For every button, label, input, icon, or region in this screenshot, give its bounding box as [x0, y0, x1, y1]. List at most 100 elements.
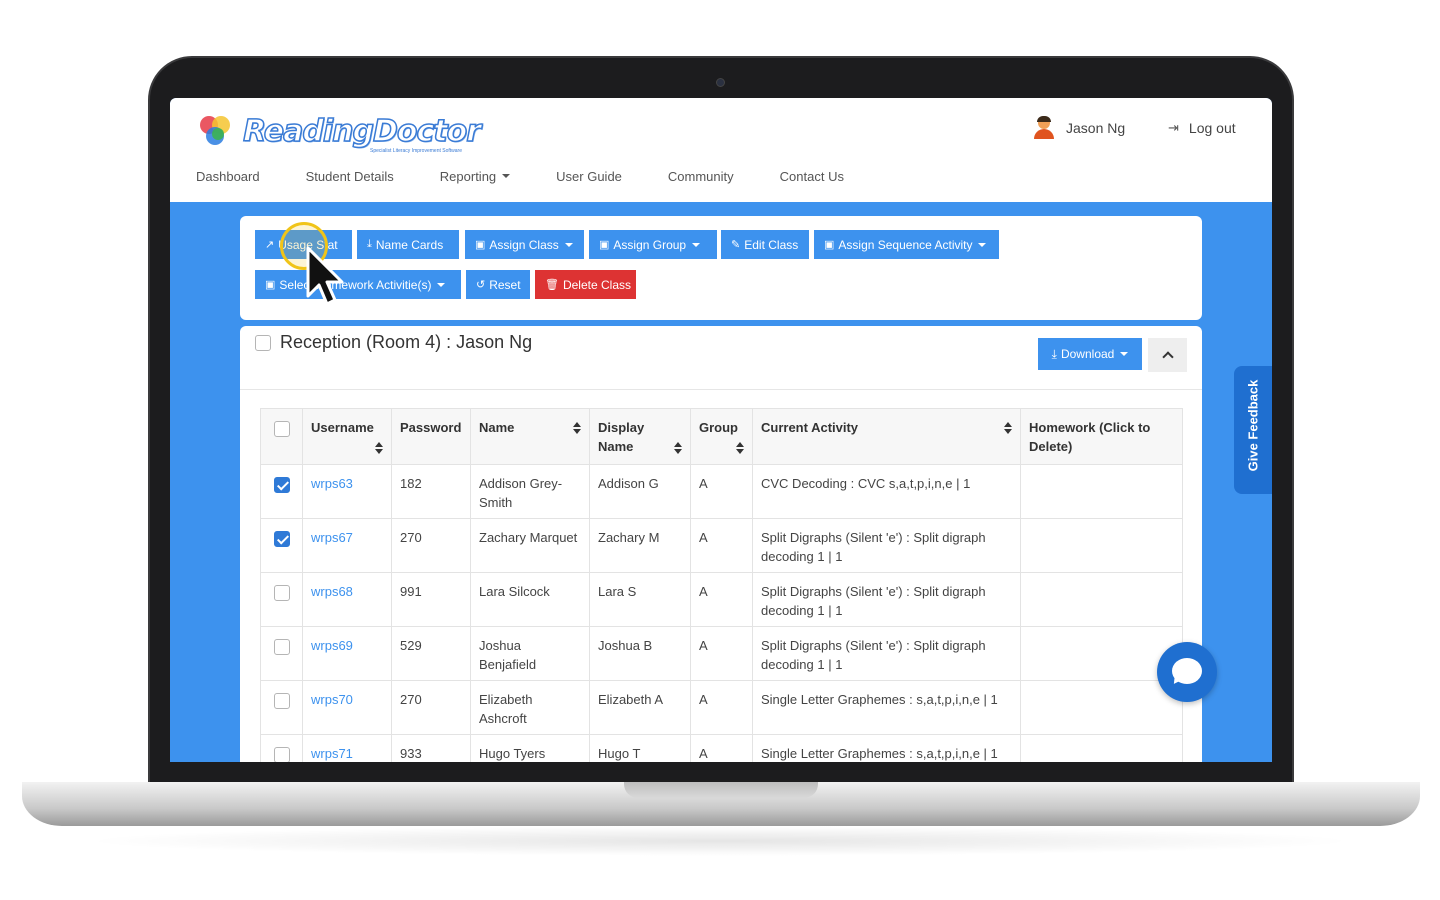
- col-group[interactable]: Group: [690, 408, 753, 465]
- cell-current-activity-text: CVC Decoding : CVC s,a,t,p,i,n,e | 1: [761, 476, 971, 491]
- cell-current-activity: Single Letter Graphemes : s,a,t,p,i,n,e …: [752, 734, 1021, 762]
- cell-homework[interactable]: [1020, 572, 1183, 627]
- col-username[interactable]: Username: [302, 408, 392, 465]
- nav-contact-us[interactable]: Contact Us: [780, 166, 844, 186]
- cell-display-name: Elizabeth A: [589, 680, 691, 735]
- laptop-shadow: [80, 826, 1360, 856]
- give-feedback-label: Give Feedback: [1245, 379, 1261, 472]
- delete-class-button[interactable]: 🗑 Delete Class: [535, 270, 636, 299]
- col-current-activity[interactable]: Current Activity: [752, 408, 1021, 465]
- cell-display-name: Hugo T: [589, 734, 691, 762]
- assign-group-label: Assign Group: [613, 237, 687, 252]
- col-display-name-label: Display Name: [598, 420, 645, 454]
- cell-password: 270: [391, 518, 471, 573]
- row-checkbox[interactable]: [273, 476, 290, 493]
- cell-homework[interactable]: [1020, 464, 1183, 519]
- cell-group-text: A: [699, 476, 708, 491]
- nav-reporting[interactable]: Reporting: [440, 166, 511, 186]
- username-link[interactable]: wrps69: [311, 638, 353, 653]
- select-homework-button[interactable]: ▣ Select Homework Activitie(s): [255, 270, 461, 299]
- logout-link[interactable]: ⇥ Log out: [1168, 116, 1236, 140]
- caret-down-icon: [1120, 352, 1129, 356]
- table-row: wrps71 933 Hugo Tyers Hugo T A Single Letter …: [260, 734, 1183, 762]
- cell-password: 933: [391, 734, 471, 762]
- main-nav: Dashboard Student Details Reporting User…: [196, 166, 890, 186]
- give-feedback-tab[interactable]: Give Feedback: [1234, 366, 1272, 494]
- select-homework-label: Select Homework Activitie(s): [279, 277, 432, 292]
- caret-down-icon: [437, 282, 446, 287]
- cell-homework[interactable]: [1020, 734, 1183, 762]
- cell-name-text: Addison Grey-Smith: [479, 476, 563, 510]
- row-checkbox[interactable]: [273, 692, 290, 709]
- nav-user-guide-label: User Guide: [556, 168, 622, 184]
- nav-student-details-label: Student Details: [305, 168, 394, 184]
- name-cards-label: Name Cards: [375, 237, 444, 252]
- sort-icon: [674, 442, 682, 454]
- username-link[interactable]: wrps71: [311, 746, 353, 761]
- col-name[interactable]: Name: [470, 408, 590, 465]
- cell-homework[interactable]: [1020, 518, 1183, 573]
- cell-current-activity-text: Split Digraphs (Silent 'e') : Split digr…: [761, 530, 986, 564]
- sort-icon: [736, 442, 744, 454]
- cell-display-name: Addison G: [589, 464, 691, 519]
- delete-class-label: Delete Class: [562, 277, 631, 292]
- collapse-button[interactable]: [1148, 338, 1187, 372]
- col-display-name[interactable]: Display Name: [589, 408, 691, 465]
- reset-button[interactable]: ↺ Reset: [466, 270, 530, 299]
- username-link[interactable]: wrps63: [311, 476, 353, 491]
- chevron-up-icon: [1161, 351, 1174, 363]
- cell-password: 529: [391, 626, 471, 681]
- cell-name: Addison Grey-Smith: [470, 464, 590, 519]
- download-button[interactable]: ⤓ Download: [1038, 338, 1142, 370]
- cell-display-name: Zachary M: [589, 518, 691, 573]
- user-menu[interactable]: Jason Ng: [1034, 116, 1125, 140]
- assign-sequence-activity-button[interactable]: ▣ Assign Sequence Activity: [814, 230, 999, 259]
- webcam: [716, 78, 725, 87]
- select-class-checkbox[interactable]: [255, 335, 271, 351]
- students-table: Username Password Name Display Name Grou…: [260, 408, 1183, 762]
- col-current-activity-label: Current Activity: [761, 420, 859, 435]
- table-header-row: Username Password Name Display Name Grou…: [260, 408, 1183, 465]
- assign-group-button[interactable]: ▣ Assign Group: [589, 230, 717, 259]
- nav-user-guide[interactable]: User Guide: [556, 166, 622, 186]
- col-name-label: Name: [479, 420, 515, 435]
- row-checkbox[interactable]: [273, 638, 290, 655]
- cell-username: wrps69: [302, 626, 392, 681]
- select-all-checkbox[interactable]: [273, 420, 290, 437]
- edit-class-button[interactable]: ✎ Edit Class: [721, 230, 809, 259]
- cell-current-activity: CVC Decoding : CVC s,a,t,p,i,n,e | 1: [752, 464, 1021, 519]
- row-checkbox[interactable]: [273, 530, 290, 547]
- cell-password-text: 991: [400, 584, 422, 599]
- cell-group: A: [690, 734, 753, 762]
- nav-community-label: Community: [667, 168, 734, 184]
- cell-homework[interactable]: [1020, 680, 1183, 735]
- cell-name: Joshua Benjafield: [470, 626, 590, 681]
- caret-down-icon: [564, 242, 573, 247]
- username-link[interactable]: wrps68: [311, 584, 353, 599]
- brand-logo[interactable]: ReadingDoctor Specialist Literacy Improv…: [200, 108, 482, 154]
- cell-display-name: Lara S: [589, 572, 691, 627]
- cell-password-text: 182: [400, 476, 422, 491]
- col-username-label: Username: [311, 420, 374, 435]
- table-row: wrps69 529 Joshua Benjafield Joshua B A Split…: [260, 626, 1183, 681]
- row-checkbox-cell: [260, 464, 303, 519]
- sort-icon: [573, 422, 581, 434]
- cell-current-activity-text: Split Digraphs (Silent 'e') : Split digr…: [761, 584, 986, 618]
- username-link[interactable]: wrps70: [311, 692, 353, 707]
- name-cards-button[interactable]: ⤓ Name Cards: [357, 230, 459, 259]
- header: ReadingDoctor Specialist Literacy Improv…: [170, 98, 1272, 202]
- row-checkbox[interactable]: [273, 584, 290, 601]
- cell-current-activity: Single Letter Graphemes : s,a,t,p,i,n,e …: [752, 680, 1021, 735]
- cell-username: wrps63: [302, 464, 392, 519]
- assign-class-button[interactable]: ▣ Assign Class: [465, 230, 584, 259]
- row-checkbox[interactable]: [273, 746, 290, 762]
- user-name: Jason Ng: [1066, 120, 1126, 136]
- cell-username: wrps71: [302, 734, 392, 762]
- app-screen: ReadingDoctor Specialist Literacy Improv…: [170, 98, 1272, 762]
- chat-button[interactable]: [1157, 642, 1217, 702]
- nav-community[interactable]: Community: [668, 166, 734, 186]
- cell-name: Lara Silcock: [470, 572, 590, 627]
- username-link[interactable]: wrps67: [311, 530, 353, 545]
- nav-dashboard[interactable]: Dashboard: [196, 166, 260, 186]
- nav-student-details[interactable]: Student Details: [306, 166, 394, 186]
